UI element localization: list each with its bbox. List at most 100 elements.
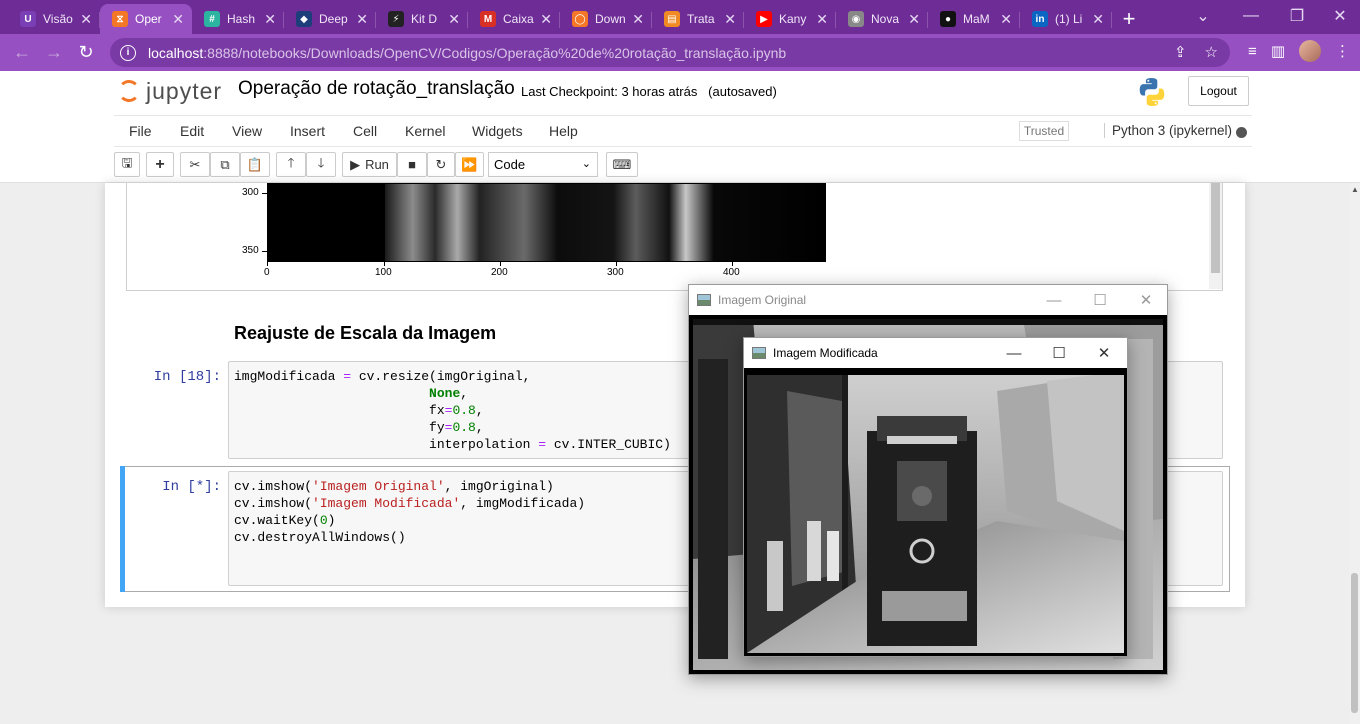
menu-view[interactable]: View <box>232 123 262 139</box>
browser-tab[interactable]: ◯ Down ✕ <box>560 4 652 34</box>
share-icon[interactable]: ⇪ <box>1174 43 1187 61</box>
output-scrollbar-thumb[interactable] <box>1211 183 1220 273</box>
kernel-busy-indicator-icon <box>1236 127 1247 138</box>
tab-close-icon[interactable]: ✕ <box>80 11 92 28</box>
keyboard-shortcuts-icon[interactable]: ⌨ <box>606 152 638 177</box>
menu-widgets[interactable]: Widgets <box>472 123 523 139</box>
browser-tab[interactable]: ▤ Trata ✕ <box>652 4 744 34</box>
url-input[interactable]: i localhost:8888/notebooks/Downloads/Ope… <box>110 38 1230 67</box>
menu-help[interactable]: Help <box>549 123 578 139</box>
tab-close-icon[interactable]: ✕ <box>172 11 184 28</box>
move-up-icon[interactable]: 🡑 <box>276 152 306 177</box>
tab-close-icon[interactable]: ✕ <box>632 11 644 28</box>
menu-kernel[interactable]: Kernel <box>405 123 445 139</box>
cell-type-value: Code <box>494 157 526 172</box>
browser-tab[interactable]: ◉ Nova ✕ <box>836 4 928 34</box>
notebook-title[interactable]: Operação de rotação_translação <box>238 78 515 100</box>
minimize-icon[interactable]: — <box>1031 285 1077 315</box>
x-tick-mark <box>267 262 268 266</box>
tab-close-icon[interactable]: ✕ <box>816 11 828 28</box>
tab-separator <box>1111 12 1112 28</box>
y-tick-mark <box>262 251 267 252</box>
logout-button[interactable]: Logout <box>1188 76 1249 106</box>
opencv-window-modified[interactable]: Imagem Modificada — ☐ ✕ <box>743 337 1128 657</box>
browser-tab[interactable]: ▶ Kany ✕ <box>744 4 836 34</box>
minimize-icon[interactable]: — <box>991 338 1037 368</box>
browser-tab[interactable]: ⧖ Oper ✕ <box>100 4 192 34</box>
browser-tab[interactable]: in (1) Li ✕ <box>1020 4 1112 34</box>
restore-icon[interactable]: ❐ <box>1274 0 1320 32</box>
browser-tab[interactable]: M Caixa ✕ <box>468 4 560 34</box>
autosave-text: (autosaved) <box>708 84 777 99</box>
menu-edit[interactable]: Edit <box>180 123 204 139</box>
cut-icon[interactable]: ✂ <box>180 152 210 177</box>
tab-title: Kany <box>779 12 807 26</box>
kernel-name: Python 3 (ipykernel) <box>1104 123 1232 138</box>
reload-icon[interactable]: ↻ <box>70 37 102 69</box>
scroll-up-icon[interactable]: ▲ <box>1351 185 1359 194</box>
tab-favicon-icon: ▶ <box>756 11 772 27</box>
x-tick-mark <box>500 262 501 266</box>
tab-close-icon[interactable]: ✕ <box>448 11 460 28</box>
trusted-indicator[interactable]: Trusted <box>1019 121 1069 141</box>
site-info-icon[interactable]: i <box>120 44 136 61</box>
close-icon[interactable]: ✕ <box>1081 338 1127 368</box>
save-icon[interactable]: 🖫 <box>114 152 140 177</box>
minimize-icon[interactable]: — <box>1228 0 1274 32</box>
jupyter-logo[interactable]: jupyter <box>118 78 222 104</box>
tab-close-icon[interactable]: ✕ <box>540 11 552 28</box>
cell-prompt: In [*]: <box>162 479 221 495</box>
close-window-icon[interactable]: ✕ <box>1320 0 1360 32</box>
forward-icon[interactable]: → <box>38 37 70 69</box>
interrupt-icon[interactable]: ■ <box>397 152 427 177</box>
move-down-icon[interactable]: 🡓 <box>306 152 336 177</box>
browser-tab[interactable]: ◆ Deep ✕ <box>284 4 376 34</box>
copy-icon[interactable]: ⧉ <box>210 152 240 177</box>
window-app-icon <box>697 294 711 306</box>
cell-type-select[interactable]: Code ⌄ <box>488 152 598 177</box>
browser-tab[interactable]: ⚡ Kit D ✕ <box>376 4 468 34</box>
browser-tab[interactable]: # Hash ✕ <box>192 4 284 34</box>
x-tick-label: 300 <box>607 267 624 278</box>
browser-tab[interactable]: U Visão ✕ <box>8 4 100 34</box>
page-scrollbar[interactable]: ▲ <box>1349 183 1360 724</box>
tab-close-icon[interactable]: ✕ <box>356 11 368 28</box>
tab-search-icon[interactable]: ⌄ <box>1180 0 1226 32</box>
tab-close-icon[interactable]: ✕ <box>1000 11 1012 28</box>
plot-image <box>267 183 826 262</box>
more-menu-icon[interactable]: ⋮ <box>1335 42 1350 60</box>
back-icon[interactable]: ← <box>6 37 38 69</box>
maximize-icon[interactable]: ☐ <box>1036 338 1082 368</box>
image-modified <box>744 368 1127 656</box>
x-tick-mark <box>732 262 733 266</box>
tab-close-icon[interactable]: ✕ <box>724 11 736 28</box>
bookmark-star-icon[interactable]: ☆ <box>1205 43 1218 61</box>
side-panel-icon[interactable]: ▥ <box>1271 42 1285 60</box>
output-scrollbar[interactable] <box>1209 183 1222 289</box>
close-icon[interactable]: ✕ <box>1123 285 1169 315</box>
menu-cell[interactable]: Cell <box>353 123 377 139</box>
menu-insert[interactable]: Insert <box>290 123 325 139</box>
restart-run-all-icon[interactable]: ⏩ <box>455 152 484 177</box>
new-tab-icon[interactable]: + <box>1112 4 1146 34</box>
x-tick-label: 100 <box>375 267 392 278</box>
tab-favicon-icon: ▤ <box>664 11 680 27</box>
maximize-icon[interactable]: ☐ <box>1077 285 1123 315</box>
browser-tab[interactable]: ● MaM ✕ <box>928 4 1020 34</box>
tab-close-icon[interactable]: ✕ <box>1092 11 1104 28</box>
tab-title: Trata <box>687 12 715 26</box>
x-tick-label: 400 <box>723 267 740 278</box>
y-tick-mark <box>262 193 267 194</box>
insert-cell-icon[interactable]: + <box>146 152 174 177</box>
menu-file[interactable]: File <box>129 123 152 139</box>
run-button[interactable]: ▶ Run <box>342 152 397 177</box>
page-scrollbar-thumb[interactable] <box>1351 573 1358 713</box>
paste-icon[interactable]: 📋 <box>240 152 270 177</box>
tab-close-icon[interactable]: ✕ <box>264 11 276 28</box>
tab-favicon-icon: ⚡ <box>388 11 404 27</box>
tab-close-icon[interactable]: ✕ <box>908 11 920 28</box>
profile-avatar[interactable] <box>1299 40 1321 62</box>
restart-icon[interactable]: ↻ <box>427 152 455 177</box>
python-logo-icon <box>1139 78 1165 106</box>
media-controls-icon[interactable]: ≡ <box>1248 43 1257 60</box>
